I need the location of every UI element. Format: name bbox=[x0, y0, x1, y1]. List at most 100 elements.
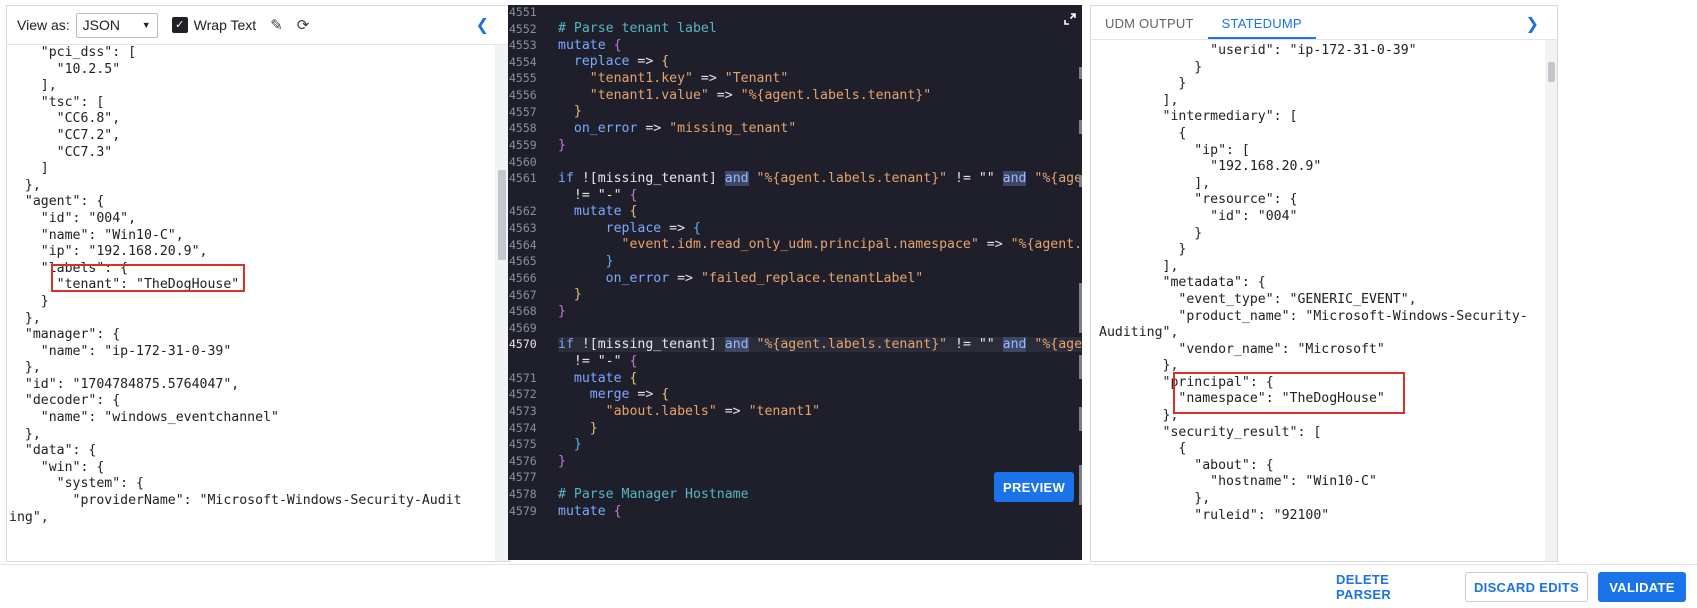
statedump-json: "userid": "ip-172-31-0-39" } } ], "inter… bbox=[1099, 43, 1537, 561]
raw-log-line: "agent": { bbox=[9, 194, 105, 210]
statedump-line: "id": "004" bbox=[1099, 208, 1298, 224]
output-panel: UDM OUTPUT STATEDUMP ❯ "userid": "ip-172… bbox=[1090, 5, 1558, 562]
raw-log-line: }, bbox=[9, 310, 41, 326]
code-line-4552: # Parse tenant label bbox=[558, 21, 717, 36]
line-number: 4572 bbox=[509, 387, 537, 402]
refresh-icon[interactable]: ⟳ bbox=[297, 16, 310, 34]
code-line-4573: "about.labels" => "tenant1" bbox=[605, 404, 821, 419]
parser-code-editor[interactable]: 4551 4552 4553 4554 4555 4556 4557 4558 4559 4560… bbox=[508, 5, 1082, 560]
line-number: 4575 bbox=[509, 437, 537, 452]
raw-log-line: "system": { bbox=[9, 476, 144, 492]
raw-log-line: "name": "ip-172-31-0-39" bbox=[9, 343, 232, 359]
line-number: 4565 bbox=[509, 254, 537, 269]
line-number: 4563 bbox=[509, 221, 537, 236]
validate-button[interactable]: VALIDATE bbox=[1598, 572, 1686, 602]
statedump-line: "security_result": [ bbox=[1099, 424, 1322, 440]
code-line-4578: # Parse Manager Hostname bbox=[558, 487, 749, 502]
line-number: 4576 bbox=[509, 453, 537, 468]
line-number: 4553 bbox=[509, 38, 537, 53]
line-number: 4555 bbox=[509, 71, 537, 86]
expand-icon[interactable] bbox=[1064, 13, 1076, 25]
tab-statedump[interactable]: STATEDUMP bbox=[1207, 16, 1316, 39]
statedump-scrollbar[interactable] bbox=[1545, 40, 1557, 561]
line-number: 4579 bbox=[509, 503, 537, 518]
raw-log-line: "providerName": "Microsoft-Windows-Secur… bbox=[9, 493, 462, 509]
preview-button[interactable]: PREVIEW bbox=[994, 472, 1074, 502]
view-as-value: JSON bbox=[82, 17, 121, 33]
code-line-4558: on_error => "missing_tenant" bbox=[573, 121, 797, 136]
line-number: 4556 bbox=[509, 88, 537, 103]
code-line-4556: "tenant1.value" => "%{agent.labels.tenan… bbox=[589, 88, 932, 103]
code-line-4555: "tenant1.key" => "Tenant" bbox=[589, 71, 789, 86]
wrap-text-checkbox[interactable]: ✓ bbox=[171, 17, 188, 33]
line-number: 4558 bbox=[509, 121, 537, 136]
raw-log-line: "CC6.8", bbox=[9, 111, 121, 127]
raw-log-scroll-thumb[interactable] bbox=[498, 170, 506, 260]
line-number: 4574 bbox=[509, 420, 537, 435]
code-line-4579: mutate { bbox=[558, 504, 622, 519]
line-number: 4559 bbox=[509, 137, 537, 152]
raw-log-line: "tenant": "TheDogHouse" bbox=[9, 277, 240, 293]
statedump-line: ], bbox=[1099, 258, 1179, 274]
raw-log-line: }, bbox=[9, 426, 41, 442]
raw-log-line: "CC7.2", bbox=[9, 127, 121, 143]
chevron-right-icon[interactable]: ❯ bbox=[1526, 14, 1539, 34]
line-number: 4562 bbox=[509, 204, 537, 219]
line-number: 4551 bbox=[509, 5, 537, 19]
code-line-4571: mutate { bbox=[573, 371, 638, 386]
statedump-line: Auditing", bbox=[1099, 325, 1179, 341]
code-line-4561: if ![missing_tenant] and "%{agent.labels… bbox=[558, 171, 1082, 186]
statedump-line: "ip": [ bbox=[1099, 142, 1250, 158]
statedump-line: "ruleid": "92100" bbox=[1099, 507, 1330, 523]
raw-log-line: "win": { bbox=[9, 459, 105, 475]
code-line-4574: } bbox=[589, 421, 598, 436]
statedump-line: "metadata": { bbox=[1099, 275, 1266, 291]
raw-log-line: "10.2.5" bbox=[9, 61, 121, 77]
statedump-line: "product_name": "Microsoft-Windows-Secur… bbox=[1099, 308, 1528, 324]
code-line-4563: replace => { bbox=[605, 221, 701, 236]
discard-edits-button[interactable]: DISCARD EDITS bbox=[1465, 572, 1588, 602]
line-number: 4578 bbox=[509, 486, 537, 501]
statedump-line: "192.168.20.9" bbox=[1099, 159, 1322, 175]
statedump-line: "vendor_name": "Microsoft" bbox=[1099, 341, 1385, 357]
chevron-left-icon[interactable]: ❮ bbox=[476, 15, 489, 35]
raw-log-line: }, bbox=[9, 177, 41, 193]
view-as-label: View as: bbox=[17, 17, 70, 33]
raw-log-line: "name": "windows_eventchannel" bbox=[9, 410, 279, 426]
line-number: 4552 bbox=[509, 21, 537, 36]
line-number: 4567 bbox=[509, 287, 537, 302]
statedump-line: "namespace": "TheDogHouse" bbox=[1099, 391, 1385, 407]
raw-log-line: "id": "004", bbox=[9, 210, 137, 226]
line-number: 4577 bbox=[509, 470, 537, 485]
code-line-4562: mutate { bbox=[573, 204, 638, 219]
statedump-line: ], bbox=[1099, 175, 1211, 191]
footer-divider bbox=[0, 564, 1697, 565]
editor-scrollbar[interactable] bbox=[1078, 5, 1082, 560]
wrap-text-label: Wrap Text bbox=[193, 17, 257, 33]
statedump-line: }, bbox=[1099, 408, 1179, 424]
code-line-4565: } bbox=[605, 254, 614, 269]
code-line-4559: } bbox=[558, 138, 566, 153]
line-number: 4564 bbox=[509, 237, 537, 252]
raw-log-scrollbar[interactable] bbox=[495, 45, 509, 561]
statedump-line: }, bbox=[1099, 491, 1211, 507]
tab-udm-output[interactable]: UDM OUTPUT bbox=[1091, 16, 1208, 39]
line-number: 4570 bbox=[509, 337, 537, 352]
statedump-line: "userid": "ip-172-31-0-39" bbox=[1099, 43, 1417, 58]
statedump-line: "event_type": "GENERIC_EVENT", bbox=[1099, 291, 1417, 307]
pencil-icon[interactable]: ✎ bbox=[270, 16, 283, 34]
code-line-4564: "event.idm.read_only_udm.principal.names… bbox=[621, 237, 1082, 252]
code-line-4570-wrap: != "-" { bbox=[573, 354, 638, 369]
raw-log-line: }, bbox=[9, 360, 41, 376]
raw-log-line: "labels": { bbox=[9, 260, 129, 276]
raw-log-line: "data": { bbox=[9, 443, 97, 459]
raw-log-line: "pci_dss": [ bbox=[9, 45, 137, 60]
code-line-4567: } bbox=[573, 287, 582, 302]
code-line-4561-wrap: != "-" { bbox=[573, 188, 638, 203]
code-line-4554: replace => { bbox=[573, 54, 670, 69]
raw-log-line: ing", bbox=[9, 509, 49, 525]
delete-parser-button[interactable]: DELETE PARSER bbox=[1336, 572, 1446, 602]
statedump-scroll-thumb[interactable] bbox=[1548, 62, 1555, 82]
view-as-select[interactable]: JSON ▼ bbox=[75, 12, 158, 38]
line-number: 4573 bbox=[509, 403, 537, 418]
